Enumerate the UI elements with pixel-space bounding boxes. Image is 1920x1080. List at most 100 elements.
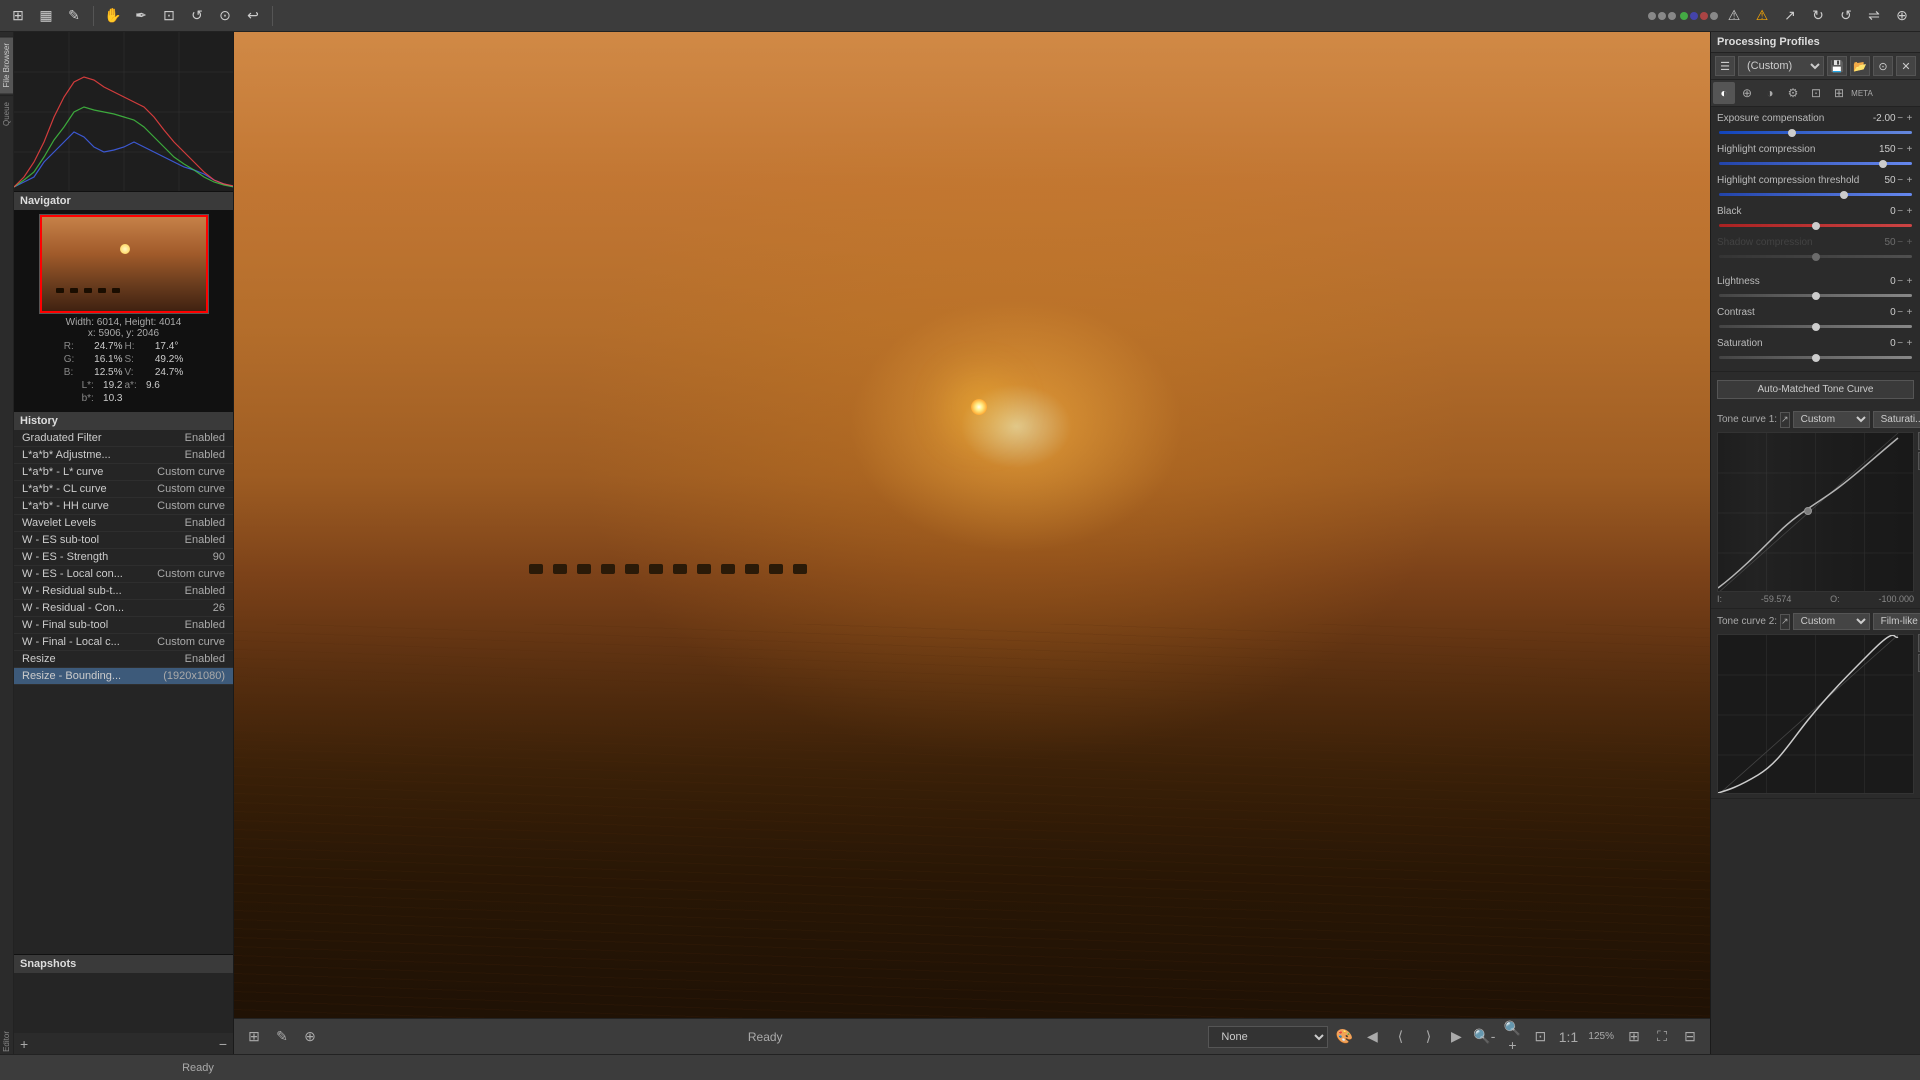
undo-btn[interactable]: ↩ [241,4,265,28]
highlight-thresh-plus[interactable]: + [1905,173,1914,187]
pp-reset-btn[interactable]: ✕ [1896,56,1916,76]
black-plus[interactable]: + [1905,204,1914,218]
zoom-out-btn[interactable]: 🔍- [1472,1025,1496,1049]
auto-matched-tone-curve-btn[interactable]: Auto-Matched Tone Curve [1717,380,1914,399]
tone-curve-2-channel-dropdown[interactable]: Film-like Standard Custom [1873,613,1920,630]
history-item-w-es-subtool[interactable]: W - ES sub-tool Enabled [14,532,233,549]
black-minus[interactable]: − [1896,204,1905,218]
advanced-tab-btn[interactable]: ⚙ [1782,82,1804,104]
history-header[interactable]: History [14,412,233,430]
queue-vtab[interactable]: Queue [0,95,13,132]
file-browser-vtab[interactable]: File Browser [0,36,13,93]
zoom-in-btn[interactable]: 🔍+ [1500,1025,1524,1049]
saturation-minus[interactable]: − [1896,336,1905,350]
flip-btn[interactable]: ⇌ [1862,4,1886,28]
history-item-w-es-local[interactable]: W - ES - Local con... Custom curve [14,566,233,583]
exposure-comp-minus[interactable]: − [1896,111,1905,125]
rotate-ccw-btn[interactable]: ↺ [1834,4,1858,28]
zoom-100-btn[interactable]: 1:1 [1556,1025,1580,1049]
snapshots-header[interactable]: Snapshots [14,955,233,973]
rotate-cw-btn[interactable]: ↻ [1806,4,1830,28]
image-area[interactable] [234,32,1710,1018]
history-item-resize-bounding[interactable]: Resize - Bounding... (1920x1080) [14,668,233,685]
history-item-w-residual-con[interactable]: W - Residual - Con... 26 [14,600,233,617]
lightness-minus[interactable]: − [1896,274,1905,288]
snapshot-add-btn[interactable]: + [20,1036,28,1052]
snapshot-remove-btn[interactable]: − [219,1036,227,1052]
tone-curve-2-canvas[interactable] [1717,634,1914,794]
pp-load-btn[interactable]: 📂 [1850,56,1870,76]
highlight-comp-slider[interactable] [1719,162,1912,165]
pp-save-btn[interactable]: 💾 [1827,56,1847,76]
browse-btn[interactable]: ✎ [270,1025,294,1049]
highlight-comp-plus[interactable]: + [1905,142,1914,156]
tone-curve-1-channel-dropdown[interactable]: Saturati...lending Luminance Red Green B… [1873,411,1920,428]
warning-btn[interactable]: ⚠ [1722,4,1746,28]
exposure-comp-slider[interactable] [1719,131,1912,134]
tone-curve-1-type-dropdown[interactable]: Custom Linear Parametric Film-like [1793,411,1870,428]
exposure-tab-btn[interactable]: ◐ [1713,82,1735,104]
queue-panel-btn[interactable]: ▦ [34,4,58,28]
history-item-graduated-filter[interactable]: Graduated Filter Enabled [14,430,233,447]
contrast-slider[interactable] [1719,325,1912,328]
tone-curve-2-type-dropdown[interactable]: Custom Linear Parametric Film-like [1793,613,1870,630]
history-item-w-es-strength[interactable]: W - ES - Strength 90 [14,549,233,566]
transform-tab-btn[interactable]: ⊡ [1805,82,1827,104]
history-item-w-final-sub[interactable]: W - Final sub-tool Enabled [14,617,233,634]
saturation-slider[interactable] [1719,356,1912,359]
color-tab-btn[interactable]: ◑ [1759,82,1781,104]
history-item-lab-adj[interactable]: L*a*b* Adjustme... Enabled [14,447,233,464]
next-frame-btn[interactable]: ⟩ [1416,1025,1440,1049]
crop-btn[interactable]: ⊡ [157,4,181,28]
highlight-thresh-minus[interactable]: − [1896,173,1905,187]
exposure-comp-plus[interactable]: + [1905,111,1914,125]
history-item-wavelet[interactable]: Wavelet Levels Enabled [14,515,233,532]
history-item-lab-cl-curve[interactable]: L*a*b* - CL curve Custom curve [14,481,233,498]
histogram-btn[interactable]: ↗ [1778,4,1802,28]
prev-frame-btn[interactable]: ⟨ [1388,1025,1412,1049]
fullscreen-btn[interactable]: ⛶ [1650,1025,1674,1049]
tone-curve-1-canvas[interactable] [1717,432,1914,592]
pp-partial-btn[interactable]: ⊙ [1873,56,1893,76]
lightness-slider[interactable] [1719,294,1912,297]
warning2-btn[interactable]: ⚠ [1750,4,1774,28]
raw-tab-btn[interactable]: ⊞ [1828,82,1850,104]
meta-tab-btn[interactable]: META [1851,82,1873,104]
rotate-btn[interactable]: ↺ [185,4,209,28]
history-item-lab-l-curve[interactable]: L*a*b* - L* curve Custom curve [14,464,233,481]
zoom-fit-btn[interactable]: ⊡ [1528,1025,1552,1049]
lightness-plus[interactable]: + [1905,274,1914,288]
editor-panel-btn[interactable]: ✎ [62,4,86,28]
contrast-minus[interactable]: − [1896,305,1905,319]
history-item-resize[interactable]: Resize Enabled [14,651,233,668]
processing-profile-dropdown[interactable]: (Custom) [1738,56,1824,76]
hand-tool-btn[interactable]: ✋ [101,4,125,28]
pp-list-btn[interactable]: ☰ [1715,56,1735,76]
color-picker-btn[interactable]: ✒ [129,4,153,28]
color-profile-dropdown[interactable]: None [1208,1026,1328,1048]
extra-btn[interactable]: ⊕ [1890,4,1914,28]
highlight-comp-minus[interactable]: − [1896,142,1905,156]
color-management-btn[interactable]: 🎨 [1332,1025,1356,1049]
tone-curve-2-type-btn[interactable]: ↗ [1780,614,1790,630]
saturation-plus[interactable]: + [1905,336,1914,350]
next-image-btn[interactable]: ▶ [1444,1025,1468,1049]
prev-image-btn[interactable]: ◀ [1360,1025,1384,1049]
history-item-w-final-local[interactable]: W - Final - Local c... Custom curve [14,634,233,651]
editor-vtab[interactable]: Editor [0,1029,13,1054]
save-image-btn[interactable]: ⊕ [298,1025,322,1049]
dual-view-btn[interactable]: ⊟ [1678,1025,1702,1049]
highlight-thresh-slider[interactable] [1719,193,1912,196]
contrast-plus[interactable]: + [1905,305,1914,319]
navigator-header[interactable]: Navigator [14,192,233,210]
detail-tab-btn[interactable]: ⊕ [1736,82,1758,104]
history-item-w-residual-sub[interactable]: W - Residual sub-t... Enabled [14,583,233,600]
history-item-lab-hh-curve[interactable]: L*a*b* - HH curve Custom curve [14,498,233,515]
fit-screen-btn[interactable]: ⊞ [1622,1025,1646,1049]
lens-btn[interactable]: ⊙ [213,4,237,28]
open-image-btn[interactable]: ⊞ [242,1025,266,1049]
history-list[interactable]: Graduated Filter Enabled L*a*b* Adjustme… [14,430,233,954]
tone-curve-1-type-btn[interactable]: ↗ [1780,412,1790,428]
file-browser-btn[interactable]: ⊞ [6,4,30,28]
black-slider[interactable] [1719,224,1912,227]
